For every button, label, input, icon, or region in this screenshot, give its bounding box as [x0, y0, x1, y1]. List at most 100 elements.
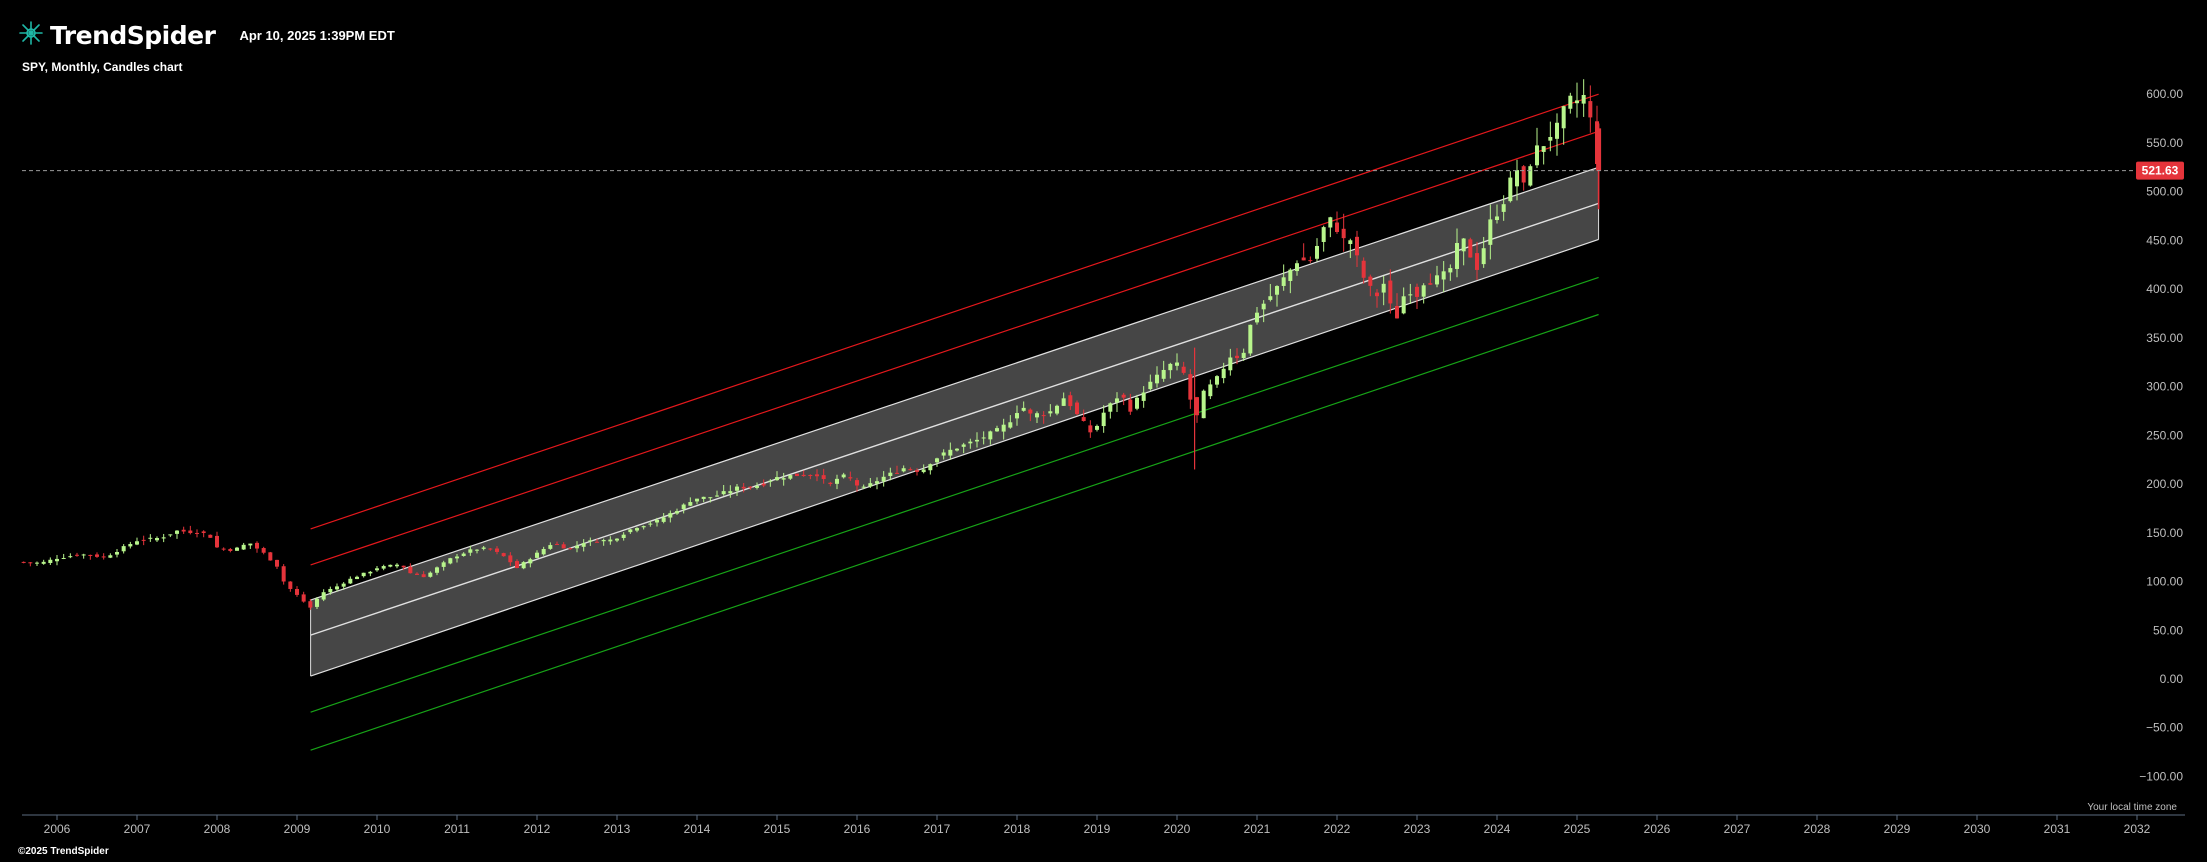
- candle-down: [555, 543, 559, 545]
- x-tick-label: 2011: [444, 822, 470, 836]
- candle-up: [841, 474, 846, 478]
- candle-up: [1548, 136, 1553, 141]
- candle-down: [1375, 292, 1379, 297]
- candle-up: [1401, 296, 1406, 314]
- candle-up: [155, 538, 159, 541]
- candle-down: [1235, 355, 1239, 359]
- candle-down: [21, 561, 26, 563]
- candle-up: [1095, 425, 1099, 430]
- candle-down: [1028, 409, 1033, 414]
- candle-up: [381, 566, 386, 569]
- candle-up: [681, 504, 686, 510]
- timezone-note[interactable]: Your local time zone: [2087, 802, 2177, 813]
- candle-up: [35, 562, 39, 564]
- candle-up: [1155, 374, 1159, 384]
- candle-up: [1461, 238, 1466, 252]
- candle-down: [295, 589, 299, 595]
- candle-up: [988, 431, 993, 440]
- candle-up: [648, 523, 653, 525]
- candle-down: [561, 544, 566, 549]
- candle-up: [668, 513, 673, 518]
- candle-up: [948, 449, 953, 456]
- x-tick-label: 2008: [204, 822, 231, 836]
- y-tick-label: 400.00: [2146, 282, 2183, 296]
- y-tick-label: 450.00: [2146, 233, 2183, 247]
- candle-up: [1568, 95, 1573, 109]
- candle-down: [595, 541, 599, 543]
- candle-down: [95, 554, 99, 557]
- candle-down: [1428, 283, 1433, 285]
- candle-up: [1135, 397, 1139, 409]
- candle-down: [1188, 374, 1193, 400]
- candle-up: [428, 572, 433, 577]
- y-tick-label: 500.00: [2146, 185, 2183, 199]
- candle-up: [888, 472, 893, 477]
- x-tick-label: 2021: [1244, 822, 1271, 836]
- candle-up: [1448, 268, 1453, 273]
- candle-up: [168, 534, 173, 536]
- y-tick-label: 50.00: [2153, 623, 2183, 637]
- candle-down: [488, 548, 493, 550]
- candle-up: [315, 598, 319, 607]
- price-chart[interactable]: 2006 2007 2008 2009 2010 2011 2012 2013 2014 2015…: [0, 0, 2207, 862]
- candle-up: [1215, 376, 1219, 385]
- candle-up: [755, 486, 759, 488]
- candle-up: [361, 572, 366, 577]
- candle-up: [1348, 240, 1353, 245]
- candle-up: [861, 486, 866, 488]
- candle-up: [1255, 312, 1259, 323]
- candle-up: [1495, 216, 1499, 221]
- candle-up: [781, 478, 786, 480]
- candle-down: [801, 474, 806, 476]
- candle-down: [228, 549, 233, 551]
- candle-up: [148, 537, 153, 539]
- candle-up: [588, 540, 593, 542]
- candle-up: [721, 491, 726, 495]
- candle-up: [1061, 398, 1066, 406]
- candle-down: [855, 480, 859, 486]
- channel-fill: [310, 167, 1599, 677]
- x-tick-label: 2024: [1484, 822, 1511, 836]
- candle-down: [141, 539, 146, 541]
- x-tick-label: 2020: [1164, 822, 1191, 836]
- candle-up: [955, 448, 959, 451]
- candle-up: [1561, 106, 1566, 129]
- candle-up: [1008, 422, 1013, 428]
- candle-down: [1588, 101, 1593, 118]
- candle-up: [1328, 217, 1333, 228]
- candle-up: [521, 562, 526, 569]
- candle-down: [1041, 415, 1046, 417]
- candle-up: [581, 543, 586, 547]
- candle-down: [201, 531, 206, 533]
- candle-up: [1021, 407, 1026, 411]
- candle-up: [655, 519, 659, 523]
- candle-up: [1108, 403, 1113, 412]
- candle-up: [235, 547, 239, 551]
- candle-down: [908, 469, 913, 471]
- candle-up: [1508, 177, 1513, 202]
- candle-down: [1395, 305, 1399, 319]
- candle-down: [208, 534, 213, 538]
- candle-up: [128, 544, 133, 547]
- x-tick-label: 2007: [124, 822, 151, 836]
- lower-band-2: [310, 313, 1599, 751]
- candle-down: [75, 554, 79, 556]
- candle-down: [1301, 257, 1306, 261]
- candle-down: [1128, 399, 1133, 412]
- candle-down: [815, 474, 819, 477]
- candle-down: [495, 548, 499, 552]
- candle-down: [761, 483, 766, 486]
- x-tick-label: 2010: [364, 822, 391, 836]
- candle-up: [388, 564, 393, 567]
- y-tick-label: −50.00: [2146, 721, 2183, 735]
- candle-down: [808, 474, 813, 476]
- candle-up: [1241, 352, 1246, 359]
- x-tick-label: 2025: [1564, 822, 1591, 836]
- candle-up: [1055, 405, 1059, 414]
- candle-up: [1501, 204, 1506, 212]
- candle-up: [328, 588, 333, 593]
- candle-up: [321, 592, 326, 600]
- candle-up: [468, 549, 473, 553]
- candle-up: [175, 530, 179, 534]
- candle-up: [1175, 362, 1179, 366]
